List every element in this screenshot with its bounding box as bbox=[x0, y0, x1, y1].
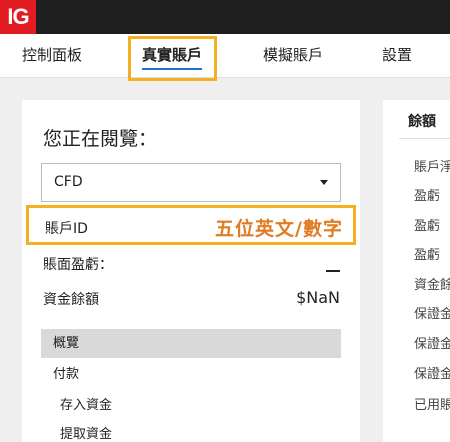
nav-highlight-box bbox=[128, 36, 217, 81]
balance-label: 資金餘額 bbox=[43, 292, 99, 308]
account-id-highlight-box: 賬戶ID 五位英文/數字 bbox=[26, 205, 356, 245]
account-id-annotation: 五位英文/數字 bbox=[215, 218, 343, 240]
balance-item: 資金餘 bbox=[414, 278, 450, 293]
balance-card-title: 餘額 bbox=[408, 114, 436, 130]
balance-item: 盈虧 bbox=[414, 189, 441, 204]
divider bbox=[399, 138, 450, 139]
menu-overview-label: 概覽 bbox=[53, 336, 80, 351]
account-type-select[interactable]: CFD bbox=[41, 163, 341, 202]
pnl-value-dash bbox=[326, 263, 340, 279]
balance-item: 盈虧 bbox=[414, 219, 441, 234]
nav-dashboard[interactable]: 控制面板 bbox=[22, 34, 82, 78]
balance-value: $NaN bbox=[296, 288, 340, 307]
menu-deposit[interactable]: 存入資金 bbox=[60, 394, 112, 413]
top-bar: IG bbox=[0, 0, 450, 34]
viewing-title: 您正在閱覽： bbox=[43, 128, 158, 150]
balance-item: 賬戶淨 bbox=[414, 160, 450, 175]
nav-demo-account[interactable]: 模擬賬戶 bbox=[263, 34, 323, 78]
account-id-label: 賬戶ID bbox=[45, 221, 88, 237]
account-summary-card: 您正在閱覽： CFD 賬戶ID 五位英文/數字 賬面盈虧： 資金餘額 $NaN … bbox=[22, 100, 360, 442]
balance-item: 保證金 bbox=[414, 367, 450, 382]
balance-item: 已用賬 bbox=[414, 398, 450, 413]
account-type-value: CFD bbox=[54, 174, 83, 190]
balance-item: 盈虧 bbox=[414, 248, 441, 263]
pnl-row: 賬面盈虧： bbox=[43, 254, 340, 274]
balance-card: 餘額 賬戶淨 盈虧 盈虧 盈虧 資金餘 保證金 保證金 保證金 已用賬 bbox=[383, 100, 450, 442]
balance-item: 保證金 bbox=[414, 307, 450, 322]
caret-down-icon bbox=[320, 180, 328, 185]
menu-overview-header[interactable]: 概覽 bbox=[41, 329, 341, 358]
main-nav: 控制面板 真實賬戶 模擬賬戶 設置 bbox=[0, 34, 450, 78]
ig-logo[interactable]: IG bbox=[0, 0, 36, 34]
pnl-label: 賬面盈虧： bbox=[43, 257, 113, 273]
menu-payments[interactable]: 付款 bbox=[53, 363, 79, 382]
balance-row: 資金餘額 $NaN bbox=[43, 288, 340, 309]
nav-settings[interactable]: 設置 bbox=[382, 34, 412, 78]
menu-withdraw[interactable]: 提取資金 bbox=[60, 423, 112, 442]
balance-item: 保證金 bbox=[414, 337, 450, 352]
